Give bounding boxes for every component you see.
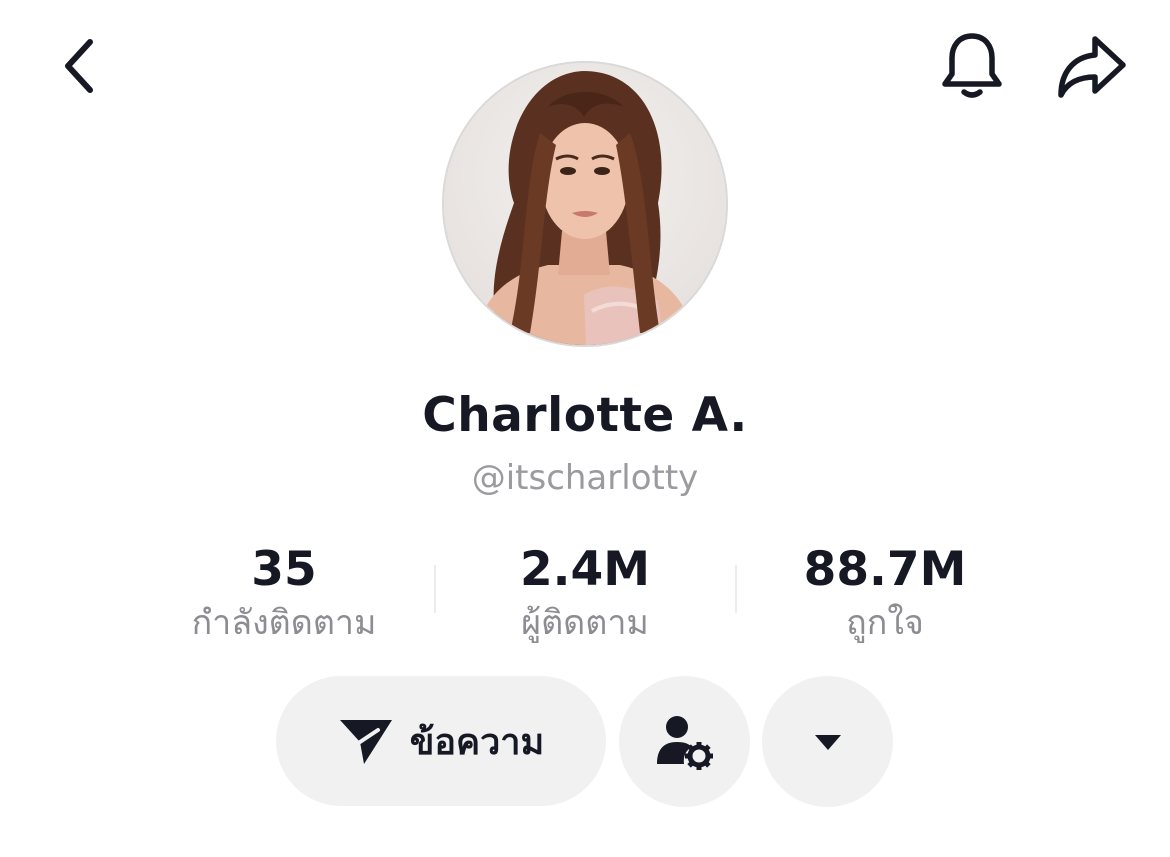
notifications-button[interactable] [936,28,1008,104]
profile-avatar[interactable] [442,61,728,347]
following-stat[interactable]: 35 กำลังติดตาม [154,540,414,646]
followers-count: 2.4M [519,542,651,597]
following-label: กำลังติดตาม [191,603,377,643]
share-arrow-icon [1058,36,1126,98]
likes-count: 88.7M [803,542,967,597]
manage-user-button[interactable] [619,676,750,807]
message-label: ข้อความ [409,721,545,763]
user-gear-icon [656,715,713,770]
caret-down-icon [814,734,841,750]
message-button[interactable]: ข้อความ [276,676,606,806]
chevron-left-icon [65,39,93,93]
likes-label: ถูกใจ [846,603,924,643]
followers-stat[interactable]: 2.4M ผู้ติดตาม [455,540,715,646]
more-options-button[interactable] [762,676,893,807]
share-button[interactable] [1052,30,1132,102]
username-handle: @itscharlotty [471,458,699,498]
stat-divider [434,565,436,613]
bell-icon [942,33,1002,98]
paper-plane-icon [339,720,392,764]
avatar-photo [444,63,726,345]
likes-stat[interactable]: 88.7M ถูกใจ [755,540,1015,646]
stat-divider [735,565,737,613]
back-button[interactable] [50,30,110,102]
followers-label: ผู้ติดตาม [521,603,649,643]
following-count: 35 [251,542,317,597]
display-name: Charlotte A. [422,388,748,443]
